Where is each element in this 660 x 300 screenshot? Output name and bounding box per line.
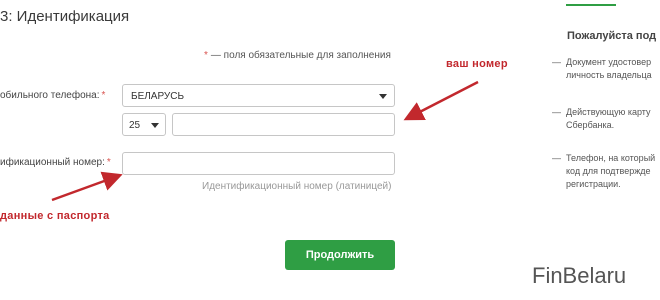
arrow-to-phone	[403, 80, 479, 121]
chevron-down-icon	[379, 94, 387, 99]
annotation-passport: данные с паспорта	[0, 210, 110, 222]
required-star: *	[204, 50, 208, 61]
phone-code-select[interactable]: 25	[122, 113, 166, 136]
phone-code-value: 25	[129, 120, 141, 131]
country-select-value: БЕЛАРУСЬ	[131, 91, 185, 102]
annotation-phone: ваш номер	[446, 58, 508, 70]
phone-label: обильного телефона: *	[0, 90, 105, 101]
country-select[interactable]: БЕЛАРУСЬ	[122, 84, 395, 107]
phone-label-text: обильного телефона:	[0, 90, 100, 101]
continue-button[interactable]: Продолжить	[285, 240, 395, 270]
id-label: ификационный номер: *	[0, 157, 111, 168]
sidebar-item: — Телефон, на который код для подтвержде …	[552, 153, 656, 189]
sidebar-title: Пожалуйста под	[567, 30, 657, 42]
sidebar-item: — Документ удостовер личность владельца	[552, 57, 652, 80]
sidebar-top-line	[566, 0, 616, 6]
id-required-star: *	[106, 157, 111, 168]
required-note-text: — поля обязательные для заполнения	[210, 50, 391, 61]
sidebar-item: — Действующую карту Сбербанка.	[552, 107, 651, 130]
watermark: FinBelaru	[532, 263, 627, 288]
id-input-hint: Идентификационный номер (латиницей)	[202, 181, 392, 192]
phone-required-star: *	[101, 90, 106, 101]
step-title: 3: Идентификация	[0, 8, 130, 25]
required-note: * — поля обязательные для заполнения	[204, 50, 391, 61]
phone-number-input[interactable]	[172, 113, 395, 136]
arrow-to-id	[51, 171, 123, 202]
id-label-text: ификационный номер:	[0, 157, 105, 168]
chevron-down-icon	[151, 123, 159, 128]
id-number-input[interactable]	[122, 152, 395, 175]
